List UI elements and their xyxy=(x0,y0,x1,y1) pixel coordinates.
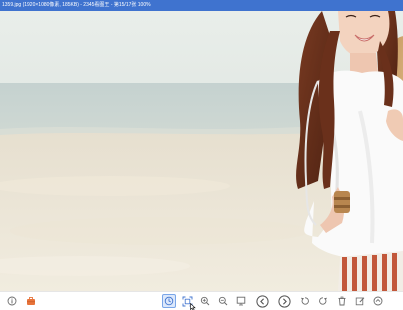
image-canvas[interactable] xyxy=(0,11,403,291)
delete-icon xyxy=(338,296,346,306)
next-button[interactable] xyxy=(277,294,291,308)
slideshow-icon xyxy=(236,296,246,306)
more-icon xyxy=(373,296,383,306)
briefcase-icon xyxy=(27,297,35,305)
window-title: 1359.jpg (1920×1080像素, 185KB) - 2345看图王 … xyxy=(2,2,151,8)
zoom-out-button[interactable] xyxy=(216,294,230,308)
more-button[interactable] xyxy=(371,294,385,308)
mouse-cursor-icon xyxy=(190,303,196,310)
delete-button[interactable] xyxy=(335,294,349,308)
rotate-left-icon xyxy=(301,297,309,305)
bottom-toolbar xyxy=(0,291,403,310)
previous-button[interactable] xyxy=(255,294,269,308)
rotate-right-icon xyxy=(319,297,327,305)
actual-size-button[interactable] xyxy=(162,294,176,308)
edit-button[interactable] xyxy=(353,294,367,308)
next-icon xyxy=(277,294,291,308)
toolbox-button[interactable] xyxy=(24,294,38,308)
photo-beach-woman xyxy=(0,11,403,291)
image-viewer-window: 1359.jpg (1920×1080像素, 185KB) - 2345看图王 … xyxy=(0,0,403,310)
actual-size-icon xyxy=(164,296,174,306)
title-bar[interactable]: 1359.jpg (1920×1080像素, 185KB) - 2345看图王 … xyxy=(0,0,403,11)
edit-icon xyxy=(355,297,365,306)
info-icon xyxy=(7,296,17,306)
zoom-out-icon xyxy=(218,296,228,306)
rotate-right-button[interactable] xyxy=(316,294,330,308)
info-button[interactable] xyxy=(5,294,19,308)
previous-icon xyxy=(255,294,269,308)
zoom-in-icon xyxy=(200,296,210,306)
slideshow-button[interactable] xyxy=(234,294,248,308)
rotate-left-button[interactable] xyxy=(298,294,312,308)
zoom-in-button[interactable] xyxy=(198,294,212,308)
